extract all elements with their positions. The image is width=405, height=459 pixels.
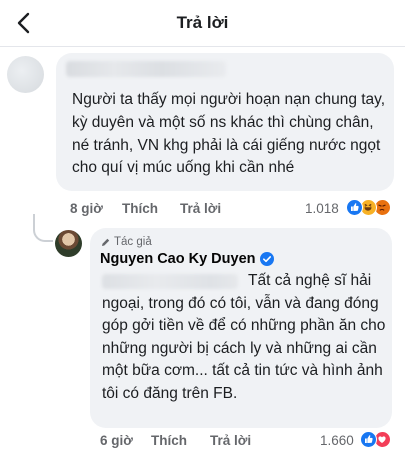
reply-reaction-count[interactable]: 1.660 [320,433,354,448]
reply-thread-line [33,214,53,242]
reply-reply-button[interactable]: Trả lời [210,433,251,448]
reply-bubble: Tác giả Nguyen Cao Ky Duyen Tất cả nghệ … [90,228,392,428]
author-name[interactable]: Nguyen Cao Ky Duyen [100,251,256,267]
comment-reply-button[interactable]: Trả lời [180,201,221,216]
comment-text: Người ta thấy mọi người hoạn nạn chung t… [72,91,386,177]
like-icon [346,199,363,216]
reply-text: Tất cả nghệ sĩ hải ngoại, trong đó có tô… [102,270,386,406]
pen-icon [102,238,110,246]
commenter-avatar[interactable] [7,56,44,93]
author-avatar[interactable] [55,230,82,257]
top-bar: Trả lời [0,0,405,46]
author-badge: Tác giả [100,236,152,248]
reply-text-content: Tất cả nghệ sĩ hải ngoại, trong đó có tô… [102,272,386,402]
author-name-row: Nguyen Cao Ky Duyen [100,251,274,267]
author-badge-label: Tác giả [114,236,152,248]
reply-like-button[interactable]: Thích [151,433,187,448]
redacted-commenter-name [66,61,226,77]
comment-like-button[interactable]: Thích [122,201,158,216]
reply-time: 6 giờ [100,433,133,448]
like-icon [360,431,377,448]
comment-bubble: Người ta thấy mọi người hoạn nạn chung t… [56,53,394,191]
verified-badge-icon [259,252,274,266]
header-divider [0,46,405,47]
comment-time: 8 giờ [70,201,103,216]
comment-reaction-count[interactable]: 1.018 [305,201,339,216]
page-title: Trả lời [176,13,229,32]
